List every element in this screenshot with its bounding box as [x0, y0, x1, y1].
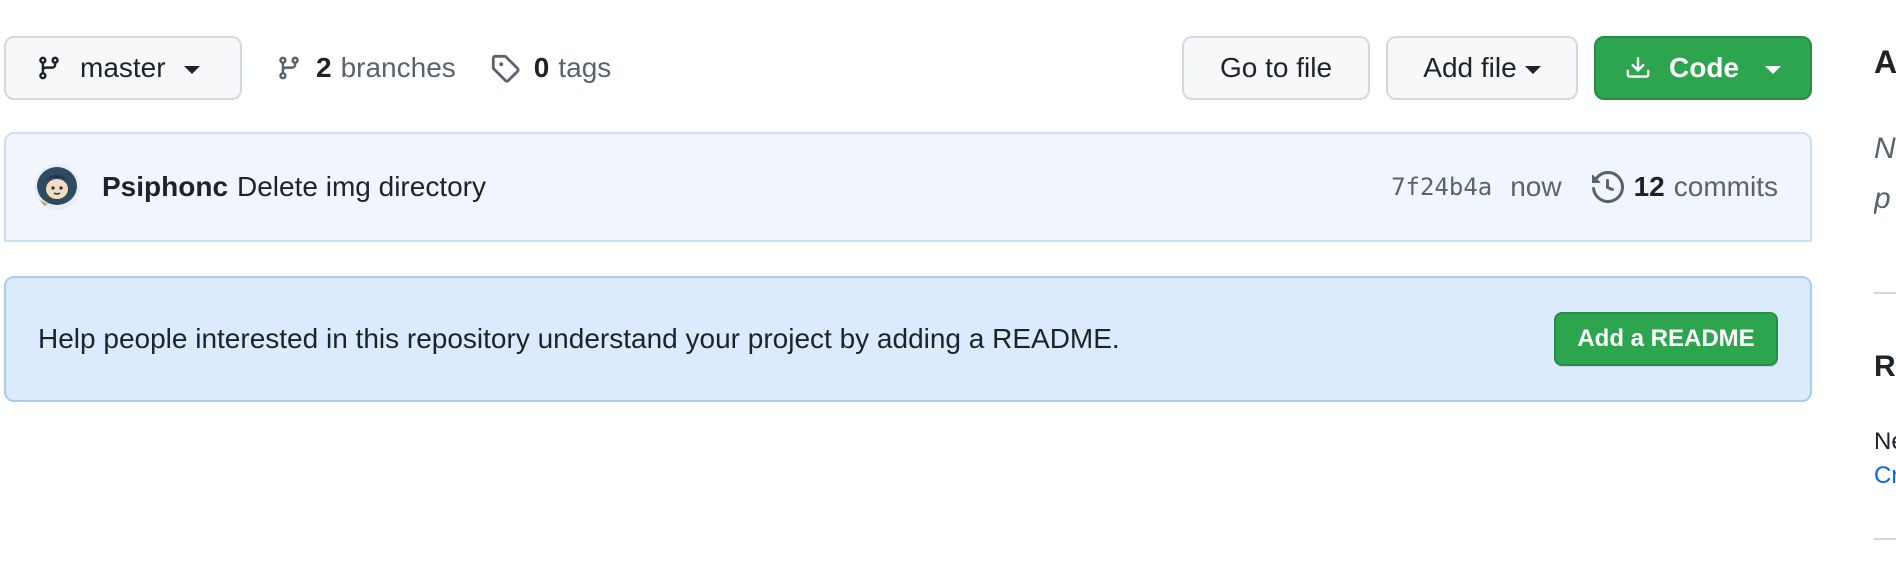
branches-link[interactable]: 2 branches	[276, 52, 456, 84]
avatar[interactable]	[34, 164, 80, 210]
history-icon	[1591, 171, 1624, 203]
tags-link[interactable]: 0 tags	[490, 52, 612, 84]
commit-count: 12	[1633, 171, 1665, 202]
releases-heading[interactable]: R	[1874, 350, 1896, 384]
chevron-down-icon	[183, 66, 200, 74]
file-navigation-toolbar: master 2 branches 0 tags Go to file Add …	[4, 36, 1812, 100]
commit-author[interactable]: Psiphonc	[102, 171, 228, 203]
chevron-down-icon	[1524, 66, 1541, 74]
sidebar-divider	[1874, 292, 1896, 294]
add-file-button[interactable]: Add file	[1386, 36, 1578, 100]
repo-sidebar: A N p R Ne Cr	[1874, 0, 1896, 578]
tag-icon	[490, 53, 520, 83]
about-description-line: p	[1874, 182, 1891, 215]
git-branch-icon	[36, 53, 62, 83]
branch-select-button[interactable]: master	[4, 36, 242, 100]
commit-time: now	[1510, 171, 1562, 202]
tags-label: tags	[558, 52, 612, 83]
download-icon	[1625, 54, 1651, 82]
about-description: N p	[1874, 124, 1896, 224]
code-button[interactable]: Code	[1594, 36, 1812, 100]
commit-sha[interactable]: 7f24b4a	[1391, 173, 1492, 201]
branches-label: branches	[340, 52, 456, 83]
go-to-file-button[interactable]: Go to file	[1182, 36, 1370, 100]
no-releases-text: Ne	[1874, 428, 1896, 455]
branches-count: 2	[316, 52, 332, 83]
git-branch-icon	[276, 53, 302, 83]
tags-count: 0	[533, 52, 550, 83]
commit-count-label: commits	[1673, 171, 1778, 202]
create-release-link[interactable]: Cr	[1874, 462, 1896, 490]
commits-history-link[interactable]: 12 commits	[1591, 171, 1778, 203]
repo-page: master 2 branches 0 tags Go to file Add …	[0, 0, 1896, 578]
about-description-line: N	[1874, 132, 1896, 165]
about-heading: A	[1874, 44, 1896, 80]
readme-prompt-text: Help people interested in this repositor…	[38, 323, 1120, 354]
branch-name: master	[80, 52, 166, 83]
code-label: Code	[1669, 52, 1739, 83]
sidebar-divider	[1874, 538, 1896, 540]
commit-message[interactable]: Delete img directory	[237, 171, 486, 203]
add-file-label: Add file	[1423, 52, 1517, 83]
latest-commit-bar: Psiphonc Delete img directory 7f24b4a no…	[4, 132, 1812, 242]
add-readme-button[interactable]: Add a README	[1554, 312, 1778, 366]
readme-prompt-banner: Help people interested in this repositor…	[4, 276, 1812, 402]
chevron-down-icon	[1765, 66, 1781, 74]
